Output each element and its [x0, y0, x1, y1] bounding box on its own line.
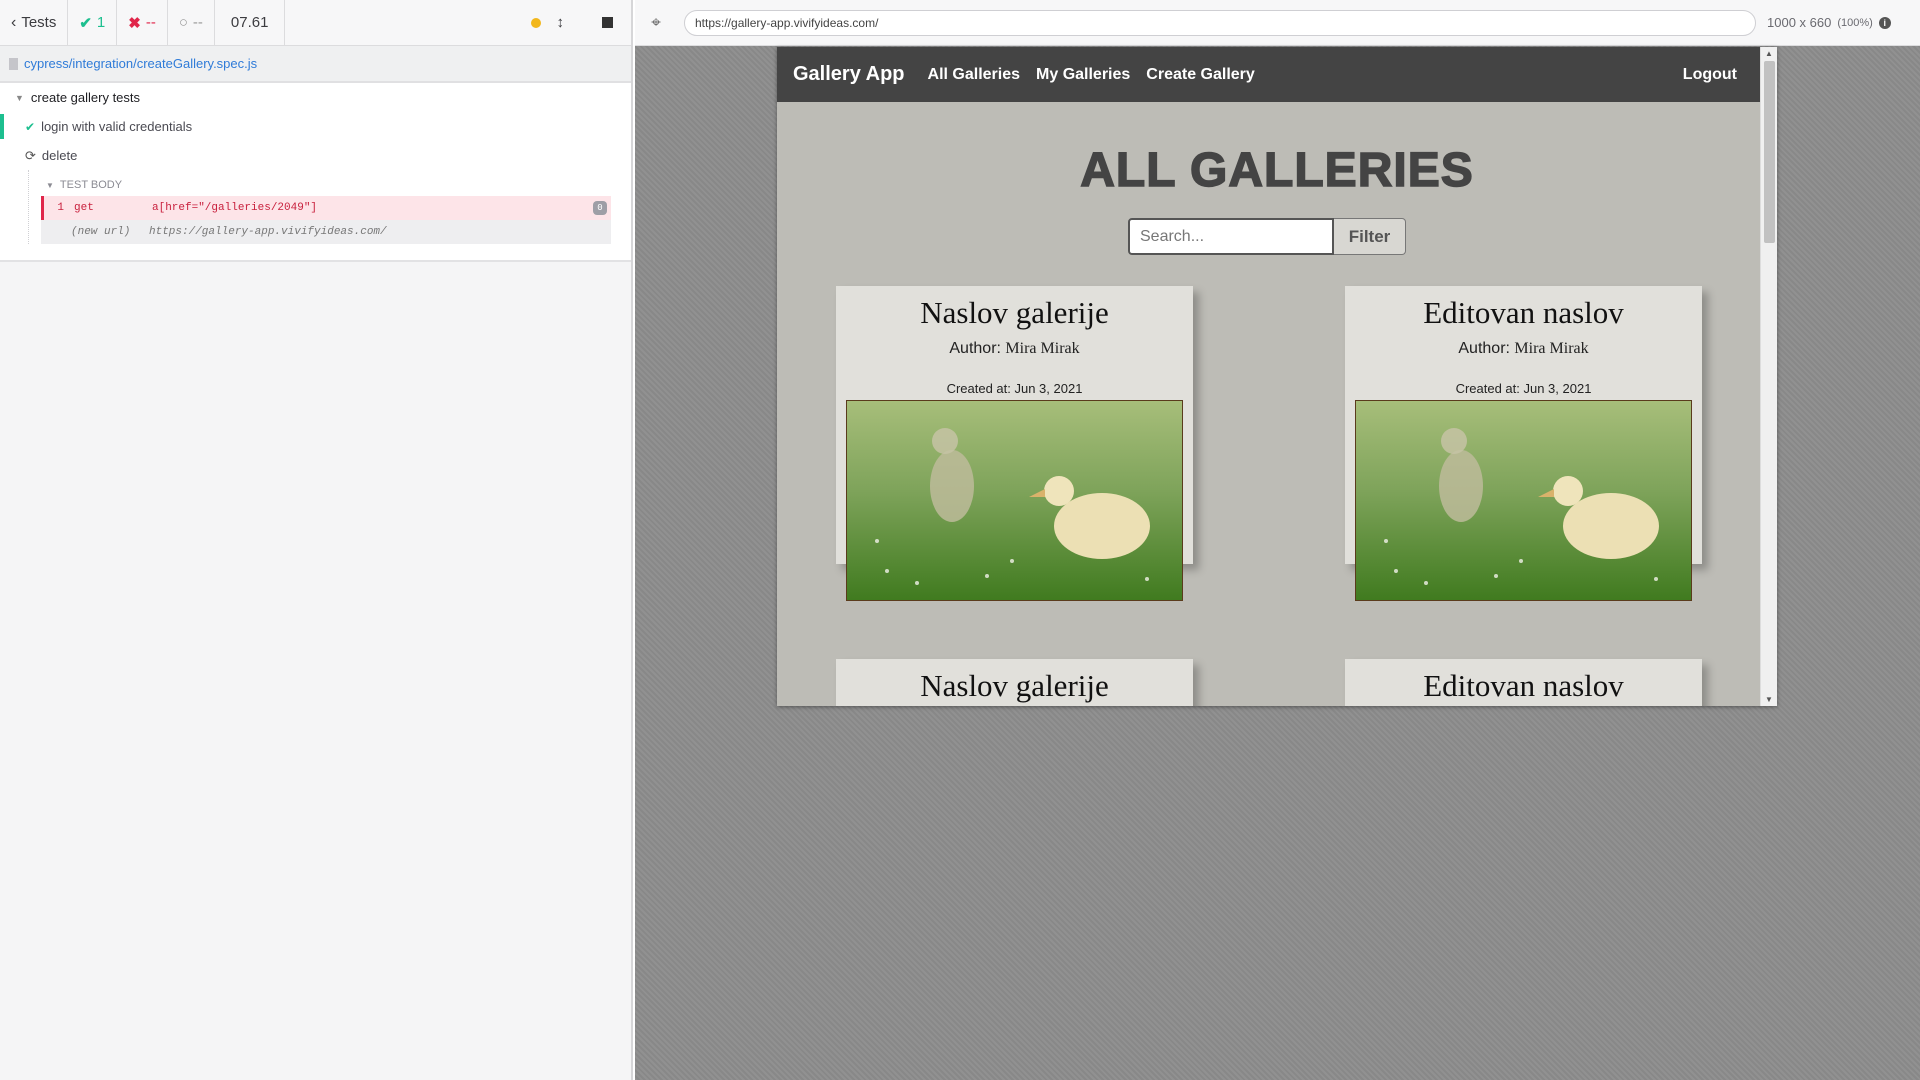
test-title: login with valid credentials — [41, 119, 193, 134]
gallery-created: Created at: Jun 3, 2021 — [946, 381, 1083, 396]
scroll-arrows-icon: ↕ — [556, 14, 565, 31]
spec-file-bar: cypress/integration/createGallery.spec.j… — [0, 46, 631, 83]
url-bar: ⌖ https://gallery-app.vivifyideas.com/ 1… — [635, 0, 1920, 46]
scroll-up-icon[interactable]: ▲ — [1765, 49, 1773, 58]
gallery-title[interactable]: Editovan naslov — [1345, 295, 1702, 331]
viewport-dimensions: 1000 x 660 — [1767, 15, 1832, 30]
passed-value: 1 — [96, 14, 106, 31]
scroll-down-icon[interactable]: ▼ — [1765, 695, 1773, 704]
test-item-passed[interactable]: ✔ login with valid credentials — [0, 112, 631, 141]
command-number: 1 — [57, 202, 64, 214]
pass-indicator — [0, 114, 4, 139]
gallery-card: Naslov galerije — [836, 659, 1193, 706]
pending-count: ○ -- — [168, 0, 215, 46]
ducklings-image — [1356, 401, 1691, 600]
scroll-thumb[interactable] — [1764, 61, 1775, 243]
back-label: Tests — [21, 14, 57, 31]
info-icon[interactable]: i — [1878, 16, 1891, 29]
x-icon: ✖ — [128, 14, 141, 32]
command-name: get — [74, 202, 94, 214]
check-icon: ✔ — [25, 119, 36, 134]
gallery-title[interactable]: Naslov galerije — [836, 668, 1193, 704]
gallery-image[interactable] — [1355, 400, 1692, 601]
test-item-running[interactable]: ⟳ delete — [0, 141, 631, 170]
viewport-size: 1000 x 660 (100%) i — [1767, 15, 1891, 30]
author-name[interactable]: Mira Mirak — [1005, 340, 1079, 357]
test-title: delete — [41, 148, 78, 163]
search-input[interactable] — [1128, 218, 1334, 255]
status-dot-icon — [530, 17, 541, 28]
spec-path-link[interactable]: cypress/integration/createGallery.spec.j… — [24, 56, 257, 71]
author-name[interactable]: Mira Mirak — [1514, 340, 1588, 357]
gallery-card: Editovan naslov Author: Mira Mirak Creat… — [1345, 286, 1702, 601]
app-iframe: Gallery App All Galleries My Galleries C… — [777, 47, 1777, 706]
running-indicator — [523, 0, 549, 46]
duration: 07.61 — [215, 0, 286, 46]
author-label: Author: — [1458, 340, 1510, 357]
test-runner-panel: ‹ Tests ✔ 1 ✖ -- ○ -- 07.61 ↕ cypress/in… — [0, 0, 633, 1080]
refresh-icon: ⟳ — [25, 147, 36, 163]
gallery-author: Author: Mira Mirak — [1345, 340, 1702, 358]
check-icon: ✔ — [79, 14, 92, 32]
page-title: ALL GALLERIES — [1080, 143, 1474, 198]
passed-count: ✔ 1 — [68, 0, 118, 46]
caret-down-icon: ▼ — [46, 180, 54, 190]
selector-playground-button[interactable]: ⌖ — [635, 13, 677, 33]
gallery-image[interactable] — [846, 400, 1183, 601]
command-row-new-url[interactable]: (new url) https://gallery-app.vivifyidea… — [41, 220, 611, 244]
stop-button[interactable] — [572, 0, 631, 46]
file-icon — [9, 57, 18, 70]
gallery-card: Naslov galerije Author: Mira Mirak Creat… — [836, 286, 1193, 601]
runner-header: ‹ Tests ✔ 1 ✖ -- ○ -- 07.61 ↕ — [0, 0, 631, 46]
command-message: a[href="/galleries/2049"] — [152, 202, 318, 214]
nav-create-gallery[interactable]: Create Gallery — [1146, 66, 1255, 84]
test-body: ▼ TEST BODY 1 get a[href="/galleries/204… — [28, 170, 631, 244]
page-scrollbar[interactable]: ▲ ▼ — [1760, 47, 1777, 706]
author-label: Author: — [949, 340, 1001, 357]
stop-icon — [602, 17, 613, 28]
navbar: Gallery App All Galleries My Galleries C… — [777, 47, 1777, 102]
test-body-label: TEST BODY — [59, 179, 123, 191]
nav-my-galleries[interactable]: My Galleries — [1036, 66, 1130, 84]
test-body-header[interactable]: ▼ TEST BODY — [29, 174, 631, 196]
command-message: https://gallery-app.vivifyideas.com/ — [149, 226, 387, 238]
failed-value: -- — [145, 14, 156, 31]
pending-value: -- — [192, 14, 203, 31]
command-row-get[interactable]: 1 get a[href="/galleries/2049"] 0 — [41, 196, 611, 220]
suite-header[interactable]: ▼ create gallery tests — [0, 83, 631, 112]
zoom-level: (100%) — [1837, 16, 1873, 29]
command-name: (new url) — [71, 226, 131, 238]
nav-all-galleries[interactable]: All Galleries — [928, 66, 1021, 84]
test-list: ▼ create gallery tests ✔ login with vali… — [0, 83, 631, 262]
failed-count: ✖ -- — [117, 0, 168, 46]
ducklings-image — [847, 401, 1182, 600]
filter-button[interactable]: Filter — [1334, 218, 1406, 255]
caret-down-icon: ▼ — [15, 92, 24, 103]
search-form: Filter — [777, 218, 1777, 255]
url-field[interactable]: https://gallery-app.vivifyideas.com/ — [684, 9, 1756, 36]
gallery-created: Created at: Jun 3, 2021 — [1455, 381, 1592, 396]
crosshair-icon: ⌖ — [651, 12, 661, 32]
app-preview-area: ⌖ https://gallery-app.vivifyideas.com/ 1… — [635, 0, 1920, 1080]
chevron-left-icon: ‹ — [11, 13, 17, 31]
brand-link[interactable]: Gallery App — [793, 63, 905, 86]
element-count-badge: 0 — [593, 201, 607, 215]
suite-title: create gallery tests — [30, 90, 141, 105]
logout-link[interactable]: Logout — [1683, 66, 1737, 84]
gallery-author: Author: Mira Mirak — [836, 340, 1193, 358]
back-to-tests-button[interactable]: ‹ Tests — [0, 0, 69, 46]
gallery-title[interactable]: Editovan naslov — [1345, 668, 1702, 704]
auto-scroll-toggle[interactable]: ↕ — [549, 0, 573, 46]
circle-icon: ○ — [178, 14, 188, 31]
gallery-title[interactable]: Naslov galerije — [836, 295, 1193, 331]
gallery-card: Editovan naslov — [1345, 659, 1702, 706]
